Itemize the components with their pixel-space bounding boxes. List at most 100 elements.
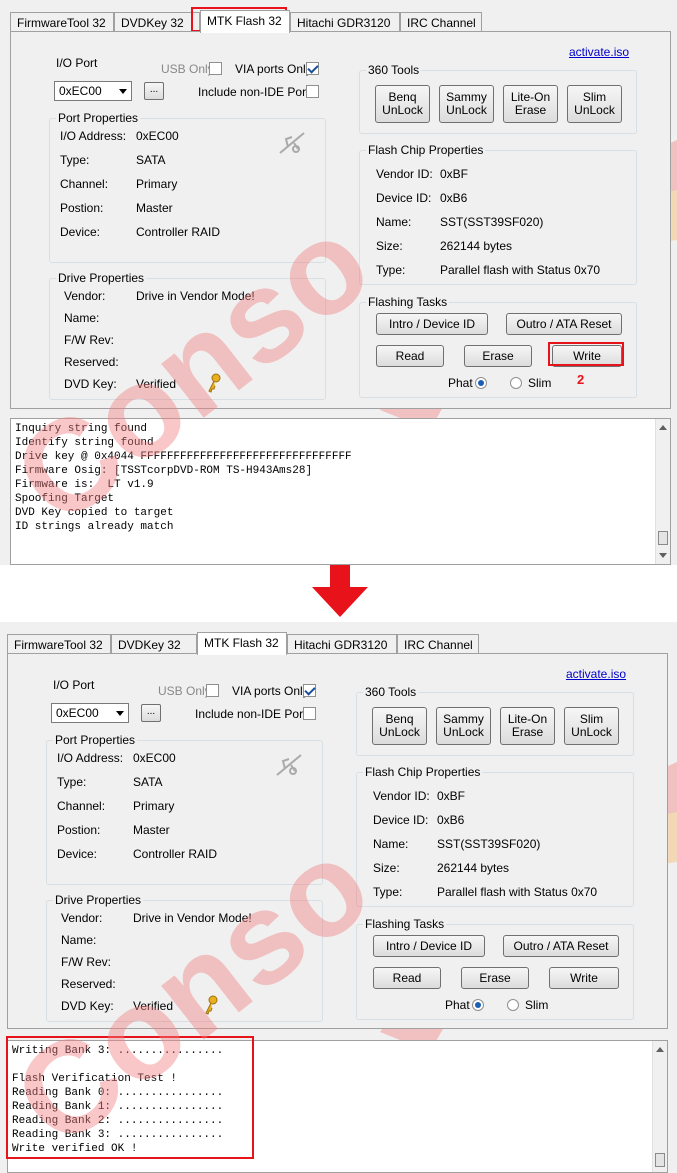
dvd-key-value: Verified (133, 999, 174, 1013)
flash-chip-group: Flash Chip Properties Vendor ID: 0xBF De… (356, 765, 634, 907)
arrow-down-icon (312, 565, 368, 617)
channel-value: Primary (136, 177, 178, 191)
device-id-label: Device ID: (376, 191, 432, 205)
drive-properties-title: Drive Properties (53, 893, 144, 907)
log-line: Firmware is: LT v1.9 (15, 479, 154, 491)
key-icon (208, 373, 221, 393)
tab-hitachi[interactable]: Hitachi GDR3120 (287, 634, 397, 654)
read-button[interactable]: Read (376, 345, 444, 367)
tab-mtk-flash[interactable]: MTK Flash 32 (197, 632, 287, 655)
port-properties-group: Port Properties I/O Address: 0xEC00 Type… (49, 111, 326, 263)
dvd-key-label: DVD Key: (61, 999, 114, 1013)
via-ports-checkbox[interactable] (303, 684, 316, 697)
browse-button[interactable]: ... (141, 704, 161, 722)
include-non-ide-checkbox[interactable] (303, 707, 316, 720)
name-label: Name: (64, 311, 100, 325)
phat-radio[interactable] (475, 377, 487, 389)
channel-value: Primary (133, 799, 175, 813)
erase-button[interactable]: Erase (461, 967, 529, 989)
phat-radio[interactable] (472, 999, 484, 1011)
read-button[interactable]: Read (373, 967, 441, 989)
via-ports-checkbox[interactable] (306, 62, 319, 75)
chip-name-label: Name: (376, 215, 412, 229)
scroll-down-icon[interactable] (659, 553, 667, 558)
tab-firmwaretool[interactable]: FirmwareTool 32 (10, 12, 114, 32)
activate-link[interactable]: activate.iso (566, 667, 626, 681)
benq-unlock-button[interactable]: Benq UnLock (372, 707, 427, 745)
log-line: DVD Key copied to target (15, 507, 174, 519)
usb-only-checkbox[interactable] (206, 684, 219, 697)
chevron-down-icon (116, 711, 124, 716)
io-address-label: I/O Address: (57, 751, 124, 765)
log-line: Inquiry string found (15, 423, 148, 435)
io-port-label: I/O Port (53, 678, 95, 692)
tab-firmwaretool[interactable]: FirmwareTool 32 (7, 634, 111, 654)
write-button[interactable]: Write (549, 967, 619, 989)
usb-only-checkbox[interactable] (209, 62, 222, 75)
include-non-ide-checkbox[interactable] (306, 85, 319, 98)
flashing-tasks-title: Flashing Tasks (363, 917, 447, 931)
type-value: SATA (133, 775, 163, 789)
liteon-erase-button[interactable]: Lite-On Erase (500, 707, 555, 745)
vendor-id-label: Vendor ID: (373, 789, 430, 803)
bottom-window: FirmwareTool 32 DVDKey 32 MTK Flash 32 H… (0, 622, 677, 1173)
log-line: Spoofing Target (15, 493, 115, 505)
activate-link[interactable]: activate.iso (569, 45, 629, 59)
erase-button[interactable]: Erase (464, 345, 532, 367)
tools-360-group: 360 Tools Benq UnLock Sammy UnLock Lite-On… (356, 685, 634, 756)
browse-button[interactable]: ... (144, 82, 164, 100)
tab-content: activate.iso I/O Port USB Only VIA ports… (7, 653, 668, 1029)
port-properties-title: Port Properties (53, 733, 138, 747)
channel-label: Channel: (57, 799, 106, 813)
device-value: Controller RAID (133, 847, 218, 861)
vendor-id-value: 0xBF (437, 789, 466, 803)
reserved-label: Reserved: (64, 355, 119, 369)
io-port-select[interactable]: 0xEC00 (51, 703, 129, 723)
device-label: Device: (60, 225, 101, 239)
tab-irc-channel[interactable]: IRC Channel (397, 634, 479, 654)
tab-mtk-flash[interactable]: MTK Flash 32 (200, 10, 290, 33)
benq-unlock-button[interactable]: Benq UnLock (375, 85, 430, 123)
outro-ata-reset-button[interactable]: Outro / ATA Reset (503, 935, 619, 957)
type-label: Type: (60, 153, 90, 167)
type-value: SATA (136, 153, 166, 167)
vendor-id-value: 0xBF (440, 167, 469, 181)
scroll-up-icon[interactable] (659, 425, 667, 430)
position-value: Master (133, 823, 170, 837)
log-scrollbar[interactable] (652, 1041, 667, 1172)
drive-properties-group: Drive Properties Vendor: Drive in Vendor… (49, 271, 326, 400)
log-output-top[interactable]: Inquiry string found Identify string fou… (10, 418, 671, 565)
io-port-select[interactable]: 0xEC00 (54, 81, 132, 101)
tab-dvdkey[interactable]: DVDKey 32 (111, 634, 197, 654)
top-window: FirmwareTool 32 DVDKey 32 MTK Flash 32 H… (0, 0, 677, 565)
chip-name-value: SST(SST39SF020) (437, 837, 541, 851)
flashing-tasks-group: Flashing Tasks Intro / Device ID Outro /… (356, 917, 634, 1020)
flash-chip-title: Flash Chip Properties (363, 765, 483, 779)
usb-only-label: USB Only (161, 62, 214, 76)
log-line: Firmware Osig: [TSSTcorpDVD-ROM TS-H943A… (15, 465, 313, 477)
outro-ata-reset-button[interactable]: Outro / ATA Reset (506, 313, 622, 335)
slim-radio[interactable] (507, 999, 519, 1011)
flash-chip-title: Flash Chip Properties (366, 143, 486, 157)
scroll-thumb[interactable] (655, 1153, 665, 1167)
usb-only-label: USB Only (158, 684, 211, 698)
scroll-thumb[interactable] (658, 531, 668, 545)
slim-unlock-button[interactable]: Slim UnLock (564, 707, 619, 745)
intro-device-id-button[interactable]: Intro / Device ID (373, 935, 485, 957)
slim-radio[interactable] (510, 377, 522, 389)
intro-device-id-button[interactable]: Intro / Device ID (376, 313, 488, 335)
chip-type-label: Type: (373, 885, 403, 899)
tab-hitachi[interactable]: Hitachi GDR3120 (290, 12, 400, 32)
port-properties-group: Port Properties I/O Address: 0xEC00 Type… (46, 733, 323, 885)
sammy-unlock-button[interactable]: Sammy UnLock (436, 707, 491, 745)
tab-dvdkey[interactable]: DVDKey 32 (114, 12, 200, 32)
dvd-key-value: Verified (136, 377, 177, 391)
slim-unlock-button[interactable]: Slim UnLock (567, 85, 622, 123)
tab-irc-channel[interactable]: IRC Channel (400, 12, 482, 32)
liteon-erase-button[interactable]: Lite-On Erase (503, 85, 558, 123)
usb-icon (279, 132, 305, 154)
tools-360-group: 360 Tools Benq UnLock Sammy UnLock Lite-On… (359, 63, 637, 134)
scroll-up-icon[interactable] (656, 1047, 664, 1052)
sammy-unlock-button[interactable]: Sammy UnLock (439, 85, 494, 123)
log-scrollbar[interactable] (655, 419, 670, 564)
